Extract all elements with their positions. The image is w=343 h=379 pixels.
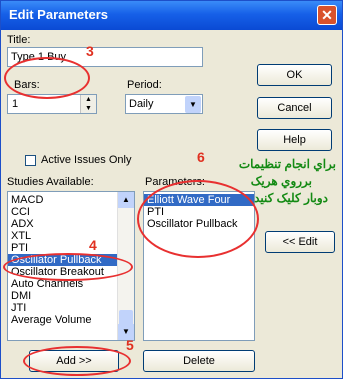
list-item[interactable]: ADX	[8, 218, 118, 230]
highlight-ring-add	[23, 346, 131, 376]
ok-button[interactable]: OK	[257, 64, 332, 86]
step-number-5: 5	[126, 337, 134, 353]
studies-available-label: Studies Available:	[7, 176, 94, 188]
period-value: Daily	[129, 98, 154, 110]
close-icon: ✕	[321, 7, 333, 23]
list-item[interactable]: XTL	[8, 230, 118, 242]
edit-parameters-dialog: Edit Parameters ✕ Title: Type 1 Buy Bars…	[0, 0, 343, 379]
edit-button[interactable]: << Edit	[265, 231, 335, 253]
list-item[interactable]: MACD	[8, 194, 118, 206]
list-item[interactable]: CCI	[8, 206, 118, 218]
period-select[interactable]: Daily ▼	[125, 94, 203, 114]
step-number-6: 6	[197, 149, 205, 165]
highlight-ring-parameters	[137, 180, 259, 258]
active-issues-label: Active Issues Only	[41, 154, 132, 166]
list-item[interactable]: Average Volume	[8, 314, 118, 326]
instruction-line-1: براي انجام تنظيمات	[238, 157, 336, 171]
highlight-ring-title	[4, 57, 90, 99]
instruction-line-3: دوبار کليک کنيد	[254, 191, 328, 205]
scroll-up-icon[interactable]: ▲	[118, 192, 134, 208]
cancel-button[interactable]: Cancel	[257, 97, 332, 119]
step-number-3: 3	[86, 43, 94, 59]
spin-down-icon[interactable]: ▼	[81, 104, 96, 113]
list-item[interactable]: DMI	[8, 290, 118, 302]
chevron-down-icon[interactable]: ▼	[185, 96, 201, 113]
delete-button[interactable]: Delete	[143, 350, 255, 372]
bars-value: 1	[12, 98, 19, 110]
step-number-4: 4	[89, 237, 97, 253]
highlight-ring-study	[3, 253, 133, 281]
list-item[interactable]: JTI	[8, 302, 118, 314]
title-bar: Edit Parameters ✕	[1, 1, 342, 30]
active-issues-checkbox[interactable]	[25, 155, 36, 166]
period-label: Period:	[127, 79, 162, 91]
title-label: Title:	[7, 34, 31, 46]
close-button[interactable]: ✕	[317, 5, 337, 25]
bars-spinner[interactable]: ▲ ▼	[80, 95, 96, 113]
instruction-line-2: برروي هريک	[250, 174, 312, 188]
dialog-title: Edit Parameters	[9, 7, 108, 22]
spin-up-icon[interactable]: ▲	[81, 95, 96, 104]
help-button[interactable]: Help	[257, 129, 332, 151]
